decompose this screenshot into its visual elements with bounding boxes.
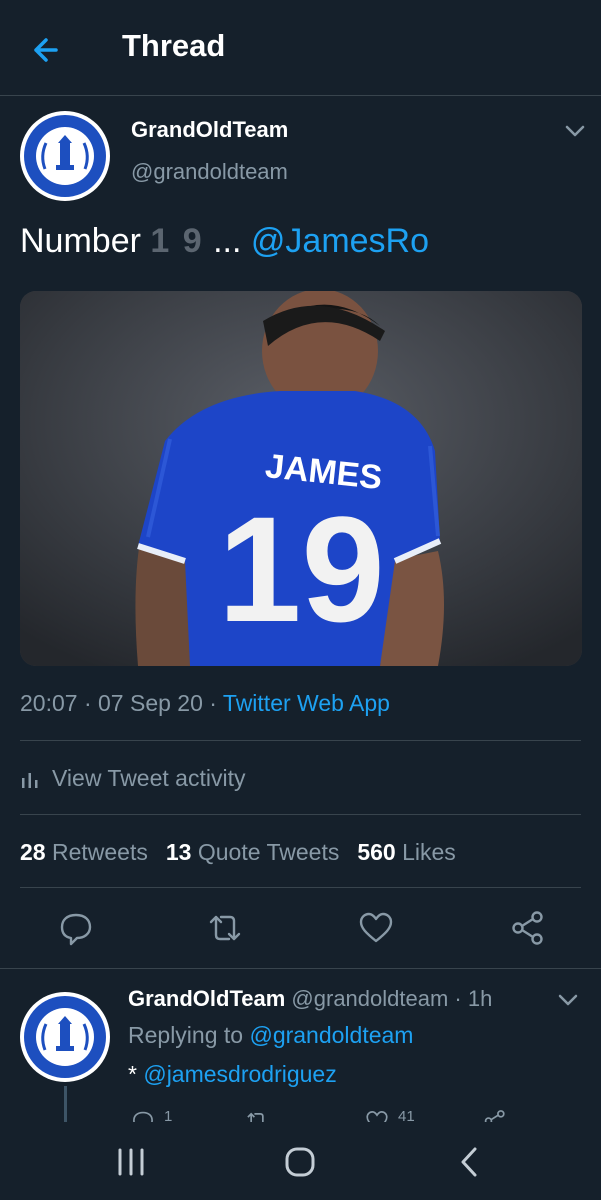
thread-separator xyxy=(0,968,601,969)
chevron-down-icon[interactable] xyxy=(564,124,586,138)
reply-button[interactable] xyxy=(56,908,96,948)
tweet-stats: 28 Retweets 13 Quote Tweets 560 Likes xyxy=(20,839,456,866)
home-icon xyxy=(285,1147,315,1177)
author-avatar[interactable] xyxy=(20,111,110,201)
heart-icon xyxy=(359,912,393,943)
arrow-left-icon xyxy=(34,38,58,62)
reply-time: 1h xyxy=(467,986,493,1011)
author-handle[interactable]: @grandoldteam xyxy=(131,159,288,185)
svg-text:19: 19 xyxy=(218,485,385,653)
tweet-date: 07 Sep 20 xyxy=(98,690,203,716)
reply-icon xyxy=(133,1111,153,1122)
reply-icon xyxy=(60,913,92,946)
mention-link[interactable]: @JamesRo xyxy=(251,222,429,260)
retweet-icon xyxy=(209,915,241,941)
page-title: Thread xyxy=(122,28,226,63)
retweet-icon xyxy=(247,1112,264,1122)
tweet-text-prefix: Number xyxy=(20,222,141,260)
reply-author-avatar[interactable] xyxy=(20,992,110,1082)
back-button[interactable] xyxy=(26,30,66,70)
view-tweet-activity-button[interactable]: View Tweet activity xyxy=(20,765,245,792)
replying-to-link[interactable]: @grandoldteam xyxy=(249,1022,413,1048)
reply-header: GrandOldTeam @grandoldteam · 1h xyxy=(128,986,493,1011)
retweet-button[interactable] xyxy=(205,908,245,948)
reply-retweet-button[interactable] xyxy=(244,1108,278,1122)
tweet-time: 20:07 xyxy=(20,690,78,716)
like-button[interactable] xyxy=(356,908,396,948)
chevron-left-icon xyxy=(461,1147,477,1177)
share-button[interactable] xyxy=(508,908,548,948)
heart-icon xyxy=(366,1111,388,1122)
divider xyxy=(20,887,581,888)
share-icon xyxy=(484,1110,505,1122)
tweet-text-numbers: 1 9 xyxy=(150,222,204,260)
reply-share-button[interactable] xyxy=(482,1108,516,1122)
share-icon xyxy=(512,911,543,945)
divider xyxy=(20,740,581,741)
view-tweet-activity-label: View Tweet activity xyxy=(52,765,246,791)
reply-author-name[interactable]: GrandOldTeam xyxy=(128,986,285,1011)
top-app-bar: Thread xyxy=(0,0,601,96)
reply-text: * @jamesdrodriguez xyxy=(128,1061,337,1087)
system-back-button[interactable] xyxy=(450,1142,490,1182)
club-crest-logo xyxy=(21,112,109,200)
tweet-text-ellipsis: ... xyxy=(203,222,251,260)
tweet-text: Number 1 9 ... @JamesRo xyxy=(20,222,429,261)
author-name[interactable]: GrandOldTeam xyxy=(131,117,288,143)
quote-tweets-stat[interactable]: 13 Quote Tweets xyxy=(166,839,339,865)
reply-author-handle[interactable]: @grandoldteam xyxy=(291,986,448,1011)
retweets-stat[interactable]: 28 Retweets xyxy=(20,839,148,865)
reply-reply-count: 1 xyxy=(164,1108,173,1122)
replying-to: Replying to @grandoldteam xyxy=(128,1022,414,1048)
thread-connector-line xyxy=(64,1086,67,1126)
tweet-source-link[interactable]: Twitter Web App xyxy=(223,690,390,716)
tweet-image[interactable]: JAMES 19 xyxy=(20,291,582,666)
analytics-icon xyxy=(22,772,38,788)
recent-apps-button[interactable] xyxy=(111,1142,151,1182)
chevron-down-icon[interactable] xyxy=(557,993,579,1007)
reply-reply-button[interactable]: 1 xyxy=(130,1108,172,1122)
reply-actions: 1 41 xyxy=(120,1108,590,1122)
recent-apps-icon xyxy=(118,1148,144,1176)
tweet-actions xyxy=(0,908,601,954)
likes-stat[interactable]: 560 Likes xyxy=(357,839,455,865)
home-button[interactable] xyxy=(280,1142,320,1182)
reply-like-count: 41 xyxy=(398,1108,415,1122)
player-jersey-photo: JAMES 19 xyxy=(20,291,582,666)
tweet-timestamp: 20:07 · 07 Sep 20 · Twitter Web App xyxy=(20,690,390,716)
reply-mention-link[interactable]: @jamesdrodriguez xyxy=(143,1061,336,1087)
reply-like-button[interactable]: 41 xyxy=(364,1108,415,1122)
divider xyxy=(20,814,581,815)
club-crest-logo xyxy=(21,993,109,1081)
system-navigation-bar xyxy=(0,1122,601,1200)
